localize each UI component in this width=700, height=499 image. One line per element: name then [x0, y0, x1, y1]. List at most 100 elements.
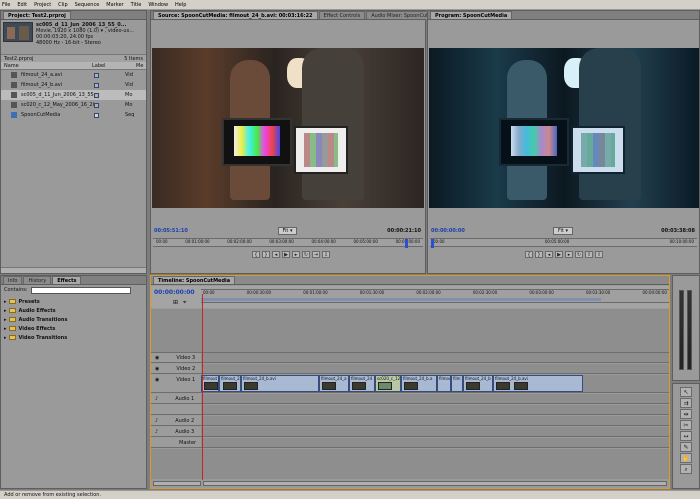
- timeline-clip[interactable]: filmout_24_a: [319, 375, 349, 392]
- timeline-clip[interactable]: filmout_24: [349, 375, 375, 392]
- track-video-2[interactable]: ◉ Video 2: [151, 364, 201, 374]
- program-duration: 00:03:38:08: [661, 228, 695, 234]
- hand-tool-icon[interactable]: ✋: [680, 453, 692, 463]
- timeline-clip[interactable]: filmout: [201, 375, 219, 392]
- tab-info[interactable]: Info: [3, 276, 23, 284]
- snap-icon[interactable]: ⊞: [173, 299, 178, 306]
- mark-out-button[interactable]: }: [535, 251, 543, 258]
- timeline-clip[interactable]: filmout_24: [219, 375, 241, 392]
- speaker-icon[interactable]: ♪: [155, 429, 158, 435]
- col-label[interactable]: Label: [92, 63, 136, 69]
- source-playhead[interactable]: [405, 239, 408, 248]
- list-item[interactable]: ▸ Presets: [1, 297, 146, 306]
- menu-file[interactable]: File: [2, 2, 10, 8]
- timeline-clip[interactable]: filmout_24_b.avi: [241, 375, 319, 392]
- menu-sequence[interactable]: Sequence: [75, 2, 100, 8]
- list-item[interactable]: ▸ Audio Transitions: [1, 315, 146, 324]
- list-item[interactable]: sc020_c_12_May_2006_16_20 Mo: [1, 100, 146, 110]
- timeline-clip[interactable]: filmout_24_b: [463, 375, 493, 392]
- step-back-button[interactable]: ◂: [272, 251, 280, 258]
- col-media[interactable]: Me: [136, 63, 143, 69]
- track-audio-1-expand[interactable]: [151, 405, 201, 415]
- track-master[interactable]: Master: [151, 438, 201, 448]
- eye-icon[interactable]: ◉: [155, 355, 159, 361]
- current-time-indicator[interactable]: [202, 294, 203, 480]
- work-area-bar[interactable]: [201, 298, 601, 301]
- menu-marker[interactable]: Marker: [106, 2, 123, 8]
- tab-project[interactable]: Project: Test2.prproj: [3, 11, 71, 19]
- timeline-timecode[interactable]: 00:00:00:00: [154, 289, 195, 296]
- loop-button[interactable]: ↻: [302, 251, 310, 258]
- play-button[interactable]: ▶: [282, 251, 290, 258]
- zoom-tool-icon[interactable]: ⌕: [680, 464, 692, 474]
- menu-title[interactable]: Title: [131, 2, 142, 8]
- timeline-clip[interactable]: filmout: [437, 375, 451, 392]
- list-item[interactable]: filmout_24_a.avi Vid: [1, 70, 146, 80]
- program-timecode[interactable]: 00:00:00:00: [431, 228, 465, 234]
- list-item[interactable]: SpoonCutMedia Seq: [1, 110, 146, 120]
- selection-tool-icon[interactable]: ↖: [680, 387, 692, 397]
- track-select-tool-icon[interactable]: ⇉: [680, 398, 692, 408]
- tab-source[interactable]: Source: SpoonCutMedia: filmout_24_b.avi:…: [153, 11, 318, 19]
- project-scrollbar[interactable]: [1, 267, 146, 273]
- timeline-clip[interactable]: filmout_24_b.a: [401, 375, 437, 392]
- col-name[interactable]: Name: [4, 63, 92, 69]
- slip-tool-icon[interactable]: ↔: [680, 431, 692, 441]
- video-1-clip-area[interactable]: filmout filmout_24 filmout_24_b.avi film…: [201, 375, 669, 393]
- list-item[interactable]: ▸ Video Transitions: [1, 333, 146, 342]
- ripple-edit-tool-icon[interactable]: ⇹: [680, 409, 692, 419]
- menu-edit[interactable]: Edit: [17, 2, 27, 8]
- tab-program[interactable]: Program: SpoonCutMedia: [430, 11, 513, 19]
- timeline-scrollbar[interactable]: [203, 481, 667, 486]
- step-forward-button[interactable]: ▸: [565, 251, 573, 258]
- list-item[interactable]: ▸ Video Effects: [1, 324, 146, 333]
- step-back-button[interactable]: ◂: [545, 251, 553, 258]
- step-forward-button[interactable]: ▸: [292, 251, 300, 258]
- timeline-clip[interactable]: filmout_24_b.avi: [493, 375, 583, 392]
- insert-button[interactable]: ⇥: [312, 251, 320, 258]
- speaker-icon[interactable]: ♪: [155, 396, 158, 402]
- track-video-3[interactable]: ◉ Video 3: [151, 353, 201, 363]
- tab-timeline[interactable]: Timeline: SpoonCutMedia: [153, 276, 236, 284]
- timeline-clip[interactable]: film: [451, 375, 463, 392]
- lift-button[interactable]: ⇧: [585, 251, 593, 258]
- program-time-ruler[interactable]: 00:00 00:05:00:00 00:10:00:00: [430, 238, 697, 248]
- speaker-icon[interactable]: ♪: [155, 418, 158, 424]
- effects-search-input[interactable]: [30, 286, 131, 294]
- timeline-zoom-slider[interactable]: [153, 481, 201, 486]
- overlay-button[interactable]: ⇩: [322, 251, 330, 258]
- loop-button[interactable]: ↻: [575, 251, 583, 258]
- list-item[interactable]: ▸ Audio Effects: [1, 306, 146, 315]
- mark-in-button[interactable]: {: [252, 251, 260, 258]
- track-video-1[interactable]: ◉ Video 1: [151, 375, 201, 393]
- play-button[interactable]: ▶: [555, 251, 563, 258]
- track-audio-2[interactable]: ♪ Audio 2: [151, 416, 201, 426]
- razor-tool-icon[interactable]: ✂: [680, 420, 692, 430]
- list-item[interactable]: sc005_d_11_Jun_2006_13_55 Mo: [1, 90, 146, 100]
- program-zoom-select[interactable]: Fit ▾: [553, 227, 573, 235]
- list-item[interactable]: filmout_24_b.avi Vid: [1, 80, 146, 90]
- pen-tool-icon[interactable]: ✎: [680, 442, 692, 452]
- mark-in-button[interactable]: {: [525, 251, 533, 258]
- menu-help[interactable]: Help: [175, 2, 186, 8]
- timeline-ruler[interactable]: 00:00 00:00:30:00 00:01:00:00 00:01:30:00 00…: [201, 289, 669, 303]
- extract-button[interactable]: ⇪: [595, 251, 603, 258]
- program-playhead[interactable]: [431, 239, 434, 248]
- menu-window[interactable]: Window: [148, 2, 168, 8]
- marker-icon[interactable]: ⌖: [183, 299, 186, 307]
- menu-clip[interactable]: Clip: [58, 2, 67, 8]
- tab-effect-controls[interactable]: Effect Controls: [318, 11, 366, 19]
- source-timecode[interactable]: 00:05:51:10: [154, 228, 188, 234]
- source-time-ruler[interactable]: 00:00 00:01:00:00 00:02:00:00 00:03:00:00 00…: [153, 238, 423, 248]
- mark-out-button[interactable]: }: [262, 251, 270, 258]
- timeline-clip[interactable]: sc020_c_12: [375, 375, 401, 392]
- track-audio-3[interactable]: ♪ Audio 3: [151, 427, 201, 437]
- menu-project[interactable]: Project: [34, 2, 51, 8]
- source-zoom-select[interactable]: Fit ▾: [277, 227, 298, 235]
- clip-info-audio: 48000 Hz - 16-bit - Stereo: [36, 40, 101, 46]
- tab-history[interactable]: History: [23, 276, 52, 284]
- eye-icon[interactable]: ◉: [155, 366, 159, 372]
- tab-effects[interactable]: Effects: [52, 276, 82, 284]
- eye-icon[interactable]: ◉: [155, 377, 159, 383]
- track-audio-1[interactable]: ♪ Audio 1: [151, 394, 201, 404]
